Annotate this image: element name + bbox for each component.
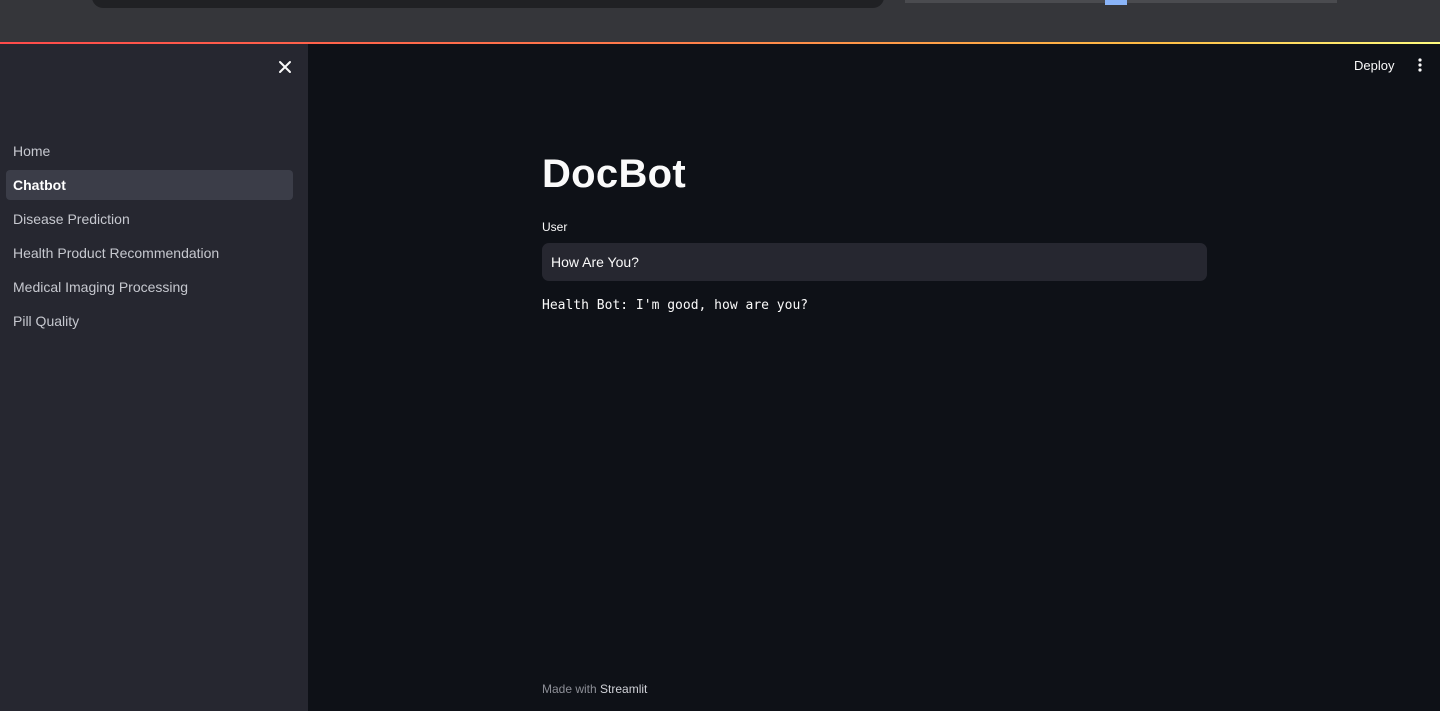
extension-icon[interactable] <box>1105 0 1127 5</box>
user-input-field[interactable] <box>542 243 1207 281</box>
user-input-label: User <box>542 220 568 234</box>
sidebar-item-health-product-recommendation[interactable]: Health Product Recommendation <box>6 238 293 268</box>
more-vertical-icon[interactable] <box>1410 54 1430 76</box>
close-icon[interactable] <box>274 56 296 78</box>
sidebar-item-chatbot[interactable]: Chatbot <box>6 170 293 200</box>
sidebar-item-disease-prediction[interactable]: Disease Prediction <box>6 204 293 234</box>
streamlit-link[interactable]: Streamlit <box>600 682 647 696</box>
sidebar-item-medical-imaging-processing[interactable]: Medical Imaging Processing <box>6 272 293 302</box>
sidebar-item-home[interactable]: Home <box>6 136 293 166</box>
browser-url-bar[interactable] <box>92 0 884 8</box>
page-title: DocBot <box>542 152 687 196</box>
sidebar-nav: Home Chatbot Disease Prediction Health P… <box>6 136 293 340</box>
browser-bar <box>0 0 1440 42</box>
footer-prefix: Made with <box>542 682 601 696</box>
sidebar-item-pill-quality[interactable]: Pill Quality <box>6 306 293 336</box>
browser-extension-bar <box>905 0 1337 5</box>
bot-response-text: Health Bot: I'm good, how are you? <box>542 298 809 313</box>
deploy-button[interactable]: Deploy <box>1348 52 1400 78</box>
sidebar: Home Chatbot Disease Prediction Health P… <box>0 44 308 711</box>
footer: Made with Streamlit <box>542 682 647 696</box>
